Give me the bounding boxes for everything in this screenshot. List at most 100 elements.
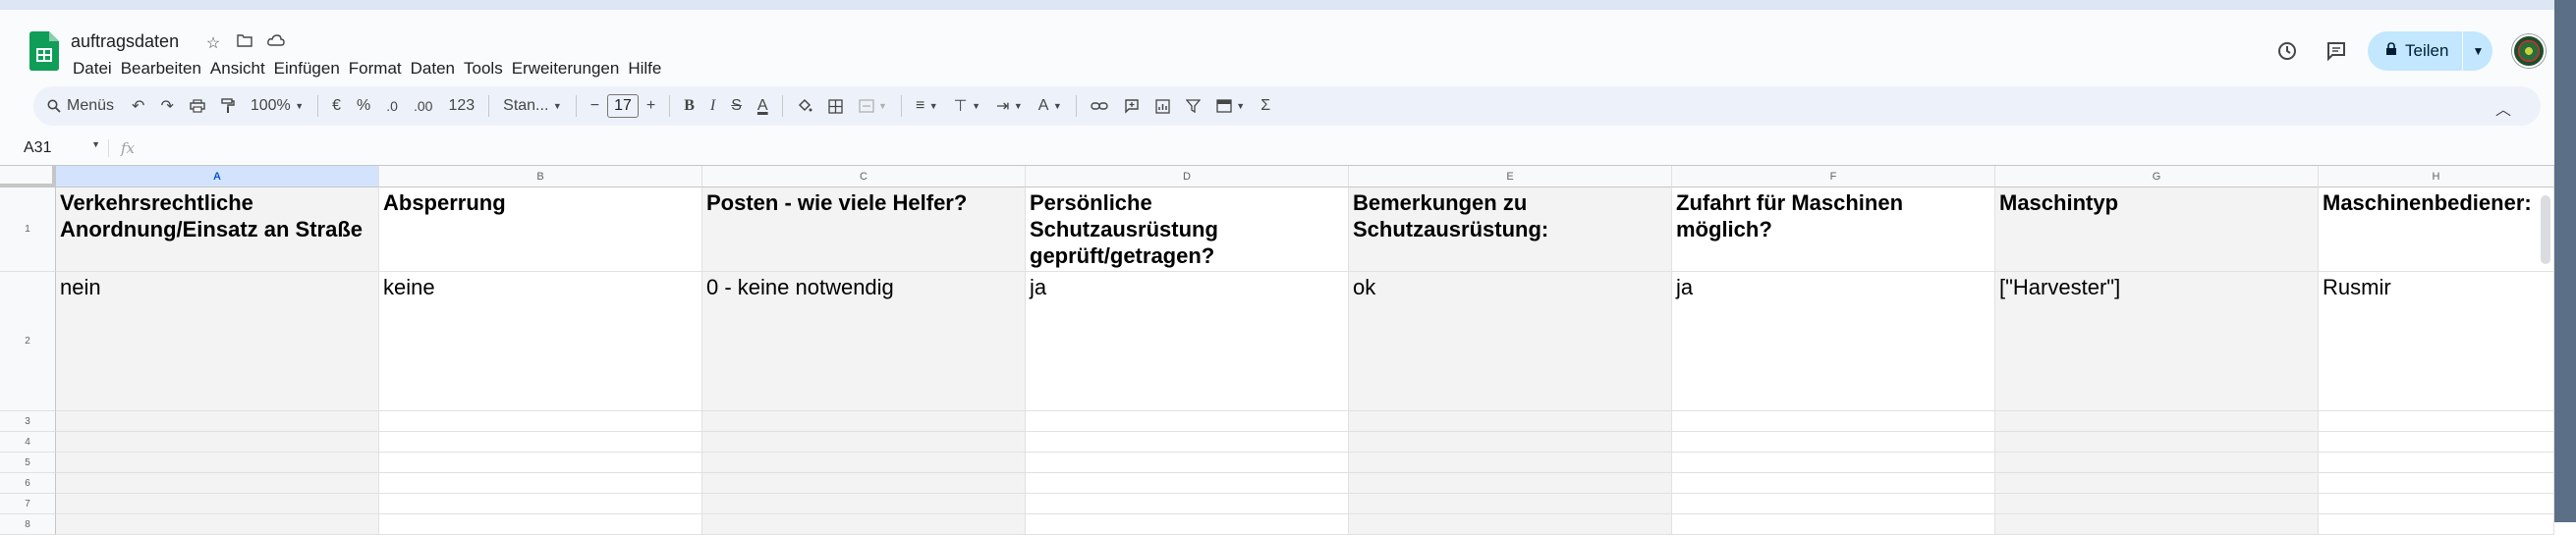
cell-e6[interactable]	[1349, 473, 1672, 494]
cell-e8[interactable]	[1349, 514, 1672, 535]
borders-icon[interactable]	[820, 98, 851, 114]
cell-d4[interactable]	[1026, 432, 1349, 453]
cell-c4[interactable]	[702, 432, 1026, 453]
name-box[interactable]: A31 ▼	[0, 139, 108, 157]
cell-g4[interactable]	[1995, 432, 2319, 453]
cell-d2[interactable]: ja	[1026, 272, 1349, 411]
cell-a4[interactable]	[56, 432, 379, 453]
comments-icon[interactable]	[2319, 33, 2354, 69]
filter-icon[interactable]	[1178, 99, 1208, 113]
cell-e5[interactable]	[1349, 453, 1672, 473]
bold-icon[interactable]: B	[676, 97, 702, 115]
text-wrapping-icon[interactable]: ⇥ ▼	[988, 96, 1031, 116]
cell-b3[interactable]	[379, 411, 702, 432]
cloud-status-icon[interactable]	[265, 33, 287, 53]
paint-format-icon[interactable]	[213, 98, 243, 114]
cell-e2[interactable]: ok	[1349, 272, 1672, 411]
cell-d5[interactable]	[1026, 453, 1349, 473]
filter-views-icon[interactable]: ▼	[1208, 97, 1253, 115]
column-header-g[interactable]: G	[1995, 166, 2319, 187]
fill-color-icon[interactable]	[789, 98, 820, 114]
font-select[interactable]: Stan... ▼	[495, 97, 570, 115]
insert-comment-icon[interactable]	[1116, 98, 1148, 114]
insert-chart-icon[interactable]	[1148, 98, 1178, 114]
cell-f7[interactable]	[1672, 494, 1995, 514]
cell-f1[interactable]: Zufahrt für Maschinen möglich?	[1672, 187, 1995, 272]
more-formats-button[interactable]: 123	[440, 97, 482, 115]
cell-a7[interactable]	[56, 494, 379, 514]
cell-h4[interactable]	[2319, 432, 2554, 453]
cell-b7[interactable]	[379, 494, 702, 514]
column-header-d[interactable]: D	[1026, 166, 1349, 187]
menu-format[interactable]: Format	[349, 59, 411, 79]
column-header-f[interactable]: F	[1672, 166, 1995, 187]
cell-d3[interactable]	[1026, 411, 1349, 432]
cell-c6[interactable]	[702, 473, 1026, 494]
select-all-corner[interactable]	[0, 166, 56, 187]
cell-e3[interactable]	[1349, 411, 1672, 432]
formula-input[interactable]	[135, 136, 2554, 160]
font-size-input[interactable]: 17	[607, 94, 639, 118]
cell-f4[interactable]	[1672, 432, 1995, 453]
avatar[interactable]	[2512, 34, 2547, 68]
cell-b2[interactable]: keine	[379, 272, 702, 411]
cell-b1[interactable]: Absperrung	[379, 187, 702, 272]
version-history-icon[interactable]	[2269, 33, 2305, 69]
cell-h6[interactable]	[2319, 473, 2554, 494]
italic-icon[interactable]: I	[702, 97, 723, 115]
print-icon[interactable]	[182, 99, 213, 113]
strikethrough-icon[interactable]: S	[723, 97, 750, 115]
cell-f5[interactable]	[1672, 453, 1995, 473]
redo-icon[interactable]: ↷	[152, 96, 181, 116]
insert-link-icon[interactable]	[1083, 101, 1116, 111]
cell-f2[interactable]: ja	[1672, 272, 1995, 411]
column-header-a[interactable]: A	[56, 166, 379, 187]
menu-daten[interactable]: Daten	[411, 59, 464, 79]
cell-d1[interactable]: Persönliche Schutzausrüstung geprüft/get…	[1026, 187, 1349, 272]
cell-c7[interactable]	[702, 494, 1026, 514]
font-size-increase-button[interactable]: +	[639, 97, 663, 115]
cell-h1[interactable]: Maschinenbediener:	[2319, 187, 2554, 272]
cell-h5[interactable]	[2319, 453, 2554, 473]
cell-h8[interactable]	[2319, 514, 2554, 535]
menu-bearbeiten[interactable]: Bearbeiten	[121, 59, 210, 79]
cell-f3[interactable]	[1672, 411, 1995, 432]
vertical-scrollbar[interactable]	[2541, 195, 2550, 264]
cell-c5[interactable]	[702, 453, 1026, 473]
cell-g7[interactable]	[1995, 494, 2319, 514]
row-header-1[interactable]: 1	[0, 187, 56, 272]
menu-datei[interactable]: Datei	[73, 59, 121, 79]
column-header-e[interactable]: E	[1349, 166, 1672, 187]
cell-e4[interactable]	[1349, 432, 1672, 453]
menu-einfuegen[interactable]: Einfügen	[274, 59, 349, 79]
document-title[interactable]: auftragsdaten	[71, 31, 179, 52]
cell-g5[interactable]	[1995, 453, 2319, 473]
row-header-8[interactable]: 8	[0, 514, 56, 535]
cell-c8[interactable]	[702, 514, 1026, 535]
cell-a8[interactable]	[56, 514, 379, 535]
format-percent-button[interactable]: %	[349, 97, 378, 115]
share-dropdown-icon[interactable]: ▼	[2463, 44, 2492, 58]
row-header-4[interactable]: 4	[0, 432, 56, 453]
menu-hilfe[interactable]: Hilfe	[628, 59, 670, 79]
vertical-align-icon[interactable]: ⊤ ▼	[946, 96, 988, 116]
cell-a2[interactable]: nein	[56, 272, 379, 411]
sheets-logo-icon[interactable]	[29, 31, 59, 71]
cell-g3[interactable]	[1995, 411, 2319, 432]
row-header-2[interactable]: 2	[0, 272, 56, 411]
column-header-c[interactable]: C	[702, 166, 1026, 187]
move-folder-icon[interactable]	[234, 33, 255, 53]
cell-a5[interactable]	[56, 453, 379, 473]
functions-icon[interactable]: Σ	[1253, 97, 1278, 115]
spreadsheet-grid[interactable]: A B C D E F G H 1 2 3 4 5 6 7 8 Verkehrs…	[0, 165, 2554, 535]
cell-b6[interactable]	[379, 473, 702, 494]
cell-b5[interactable]	[379, 453, 702, 473]
cell-f8[interactable]	[1672, 514, 1995, 535]
cell-g6[interactable]	[1995, 473, 2319, 494]
star-icon[interactable]: ☆	[202, 33, 224, 53]
row-header-6[interactable]: 6	[0, 473, 56, 494]
format-currency-button[interactable]: €	[324, 97, 349, 115]
cell-g1[interactable]: Maschintyp	[1995, 187, 2319, 272]
cell-h2[interactable]: Rusmir	[2319, 272, 2554, 411]
cell-c1[interactable]: Posten - wie viele Helfer?	[702, 187, 1026, 272]
